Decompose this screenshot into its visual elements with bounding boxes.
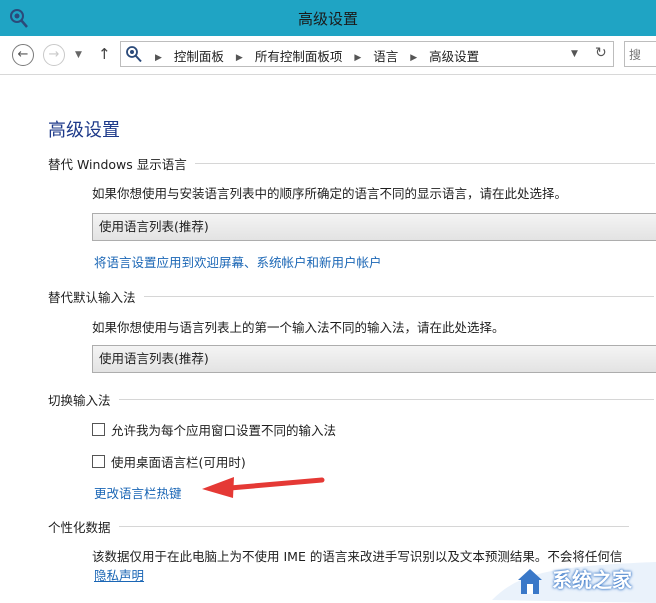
section-header-label: 个性化数据 [48, 520, 111, 535]
checkbox-label[interactable]: 允许我为每个应用窗口设置不同的输入法 [111, 420, 336, 439]
breadcrumb-item[interactable]: 所有控制面板项 [255, 46, 343, 65]
chevron-right-icon[interactable]: ▶ [236, 53, 243, 63]
section-header-label: 替代默认输入法 [48, 290, 136, 305]
section-divider [194, 163, 655, 164]
watermark-text: 系统之家 [552, 568, 632, 592]
section-divider [143, 296, 654, 297]
chevron-down-icon[interactable]: ▼ [75, 50, 82, 60]
section-description: 如果你想使用与语言列表上的第一个输入法不同的输入法，请在此处选择。 [92, 320, 505, 335]
section-header-input-method: 替代默认输入法 [48, 287, 654, 306]
chevron-down-icon[interactable]: ▼ [571, 49, 578, 59]
forward-arrow-icon[interactable]: → [43, 44, 65, 66]
refresh-icon[interactable]: ↻ [595, 45, 607, 61]
change-language-bar-hotkeys-link[interactable]: 更改语言栏热键 [94, 483, 182, 502]
address-bar[interactable]: ▶ 控制面板 ▶ 所有控制面板项 ▶ 语言 ▶ 高级设置 ▼ ↻ [120, 41, 614, 67]
search-placeholder: 搜 [629, 48, 642, 62]
per-app-input-checkbox-row[interactable]: 允许我为每个应用窗口设置不同的输入法 [92, 420, 336, 439]
section-description: 如果你想使用与安装语言列表中的顺序所确定的语言不同的显示语言，请在此处选择。 [92, 186, 568, 201]
display-language-dropdown[interactable]: 使用语言列表(推荐) [92, 213, 656, 241]
navigation-bar: ← → ▼ ↑ ▶ 控制面板 ▶ 所有控制面板项 ▶ 语言 ▶ 高级设置 ▼ ↻ [0, 36, 656, 75]
section-header-label: 替代 Windows 显示语言 [48, 157, 187, 172]
window-title: 高级设置 [297, 10, 358, 28]
chevron-right-icon[interactable]: ▶ [354, 53, 361, 63]
up-arrow-icon[interactable]: ↑ [98, 45, 111, 63]
breadcrumb-item[interactable]: 高级设置 [429, 46, 479, 65]
chevron-right-icon: ▶ [155, 53, 162, 63]
breadcrumb: ▶ 控制面板 ▶ 所有控制面板项 ▶ 语言 ▶ 高级设置 [147, 46, 479, 65]
section-header-display-language: 替代 Windows 显示语言 [48, 154, 655, 173]
desktop-language-bar-checkbox[interactable] [92, 455, 105, 468]
privacy-statement-link[interactable]: 隐私声明 [94, 565, 144, 584]
section-header-switch-input: 切换输入法 [48, 390, 654, 409]
breadcrumb-item[interactable]: 语言 [373, 46, 398, 65]
apply-language-settings-link[interactable]: 将语言设置应用到欢迎屏幕、系统帐户和新用户帐户 [94, 252, 382, 271]
checkbox-label[interactable]: 使用桌面语言栏(可用时) [111, 452, 246, 471]
section-divider [118, 399, 654, 400]
section-header-label: 切换输入法 [48, 393, 111, 408]
search-input[interactable]: 搜 [624, 41, 656, 67]
chevron-right-icon[interactable]: ▶ [410, 53, 417, 63]
per-app-input-checkbox[interactable] [92, 423, 105, 436]
page-title: 高级设置 [48, 120, 120, 141]
red-arrow-annotation [202, 477, 325, 498]
back-arrow-icon[interactable]: ← [12, 44, 34, 66]
desktop-language-bar-checkbox-row[interactable]: 使用桌面语言栏(可用时) [92, 452, 246, 471]
section-header-personalization: 个性化数据 [48, 517, 629, 536]
control-panel-icon [126, 46, 142, 63]
breadcrumb-item[interactable]: 控制面板 [174, 46, 224, 65]
section-divider [118, 526, 629, 527]
title-bar: 高级设置 [0, 0, 656, 36]
input-method-dropdown[interactable]: 使用语言列表(推荐) [92, 345, 656, 373]
